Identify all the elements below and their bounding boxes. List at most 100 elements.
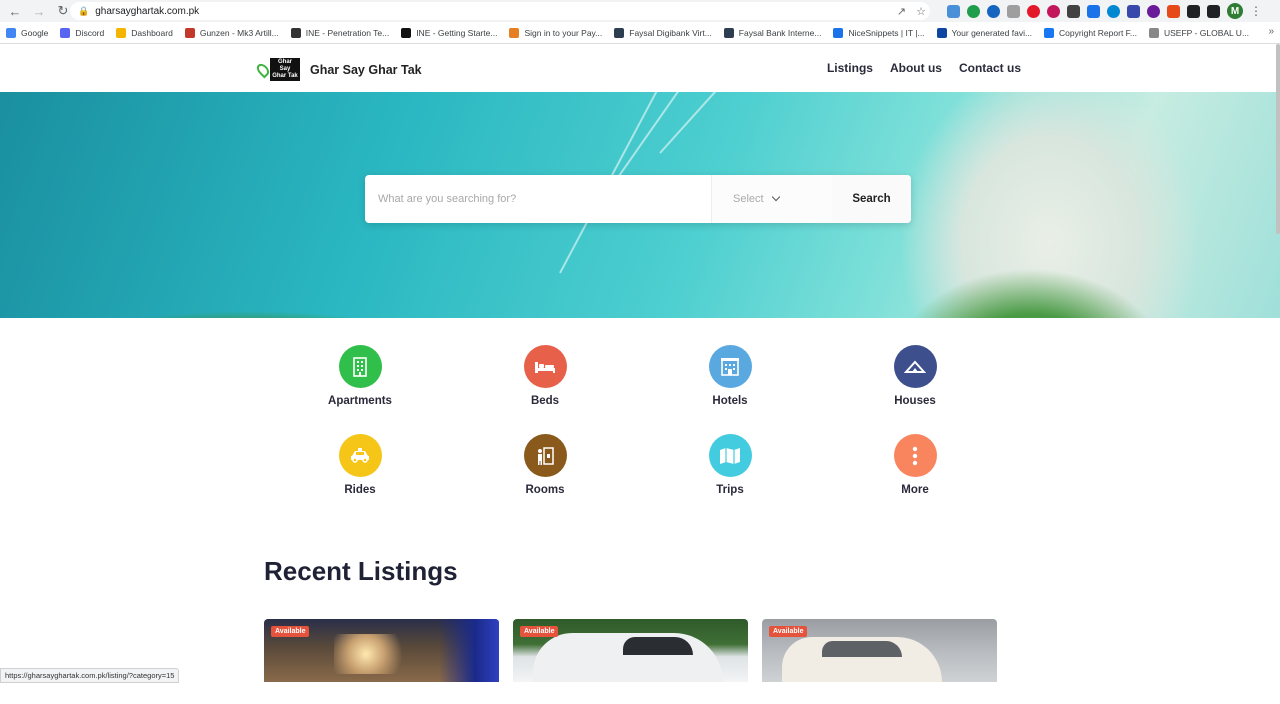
category-houses[interactable]: Houses	[855, 345, 975, 407]
rooms-icon	[523, 434, 567, 477]
extension-icon[interactable]	[1167, 4, 1180, 18]
building-icon	[338, 345, 382, 388]
bookmark-favicon-icon	[936, 27, 947, 38]
sidepanel-icon[interactable]	[1207, 4, 1220, 18]
recent-listings-heading: Recent Listings	[264, 556, 458, 586]
extension-icon[interactable]	[1147, 4, 1160, 18]
menu-dots-icon[interactable]: ⋮	[1250, 4, 1262, 18]
bookmark-label: Copyright Report F...	[1059, 27, 1137, 38]
category-select[interactable]: Select	[712, 175, 832, 223]
car-icon	[338, 434, 382, 477]
bookmark-item[interactable]: Copyright Report F...	[1044, 27, 1137, 38]
category-beds[interactable]: Beds	[485, 345, 605, 407]
profile-avatar[interactable]: M	[1227, 3, 1243, 19]
main-nav: Listings About us Contact us	[827, 61, 1021, 75]
bookmark-item[interactable]: Faysal Digibank Virt...	[614, 27, 712, 38]
category-label: Beds	[530, 395, 560, 407]
extension-icon[interactable]	[1047, 4, 1060, 18]
nav-contact-us[interactable]: Contact us	[959, 61, 1021, 75]
share-icon[interactable]: ↗	[897, 5, 906, 18]
bookmark-favicon-icon	[116, 27, 127, 38]
listing-card[interactable]: Available	[513, 619, 748, 682]
category-hotels[interactable]: Hotels	[670, 345, 790, 407]
bookmarks-bar: Google Discord Dashboard Gunzen - Mk3 Artil…	[0, 22, 1280, 44]
bookmark-favicon-icon	[614, 27, 625, 38]
category-label: Rooms	[525, 484, 565, 496]
forward-arrow-icon[interactable]: →	[30, 2, 48, 20]
bookmark-item[interactable]: NiceSnippets | IT |...	[833, 27, 925, 38]
search-form: Select Search	[365, 175, 911, 223]
bookmark-item[interactable]: Dashboard	[116, 27, 173, 38]
bookmark-item[interactable]: Faysal Bank Interne...	[723, 27, 821, 38]
nav-about-us[interactable]: About us	[890, 61, 942, 75]
back-arrow-icon[interactable]: ←	[6, 2, 24, 20]
extension-icon[interactable]	[1127, 4, 1140, 18]
scrollbar[interactable]	[1276, 44, 1280, 234]
category-label: More	[901, 484, 929, 496]
bookmark-item[interactable]: Sign in to your Pay...	[509, 27, 602, 38]
category-label: Rides	[344, 484, 376, 496]
bookmark-label: Gunzen - Mk3 Artill...	[199, 27, 279, 38]
status-badge: Available	[520, 626, 559, 637]
bookmark-label: USEFP - GLOBAL U...	[1164, 27, 1250, 38]
listing-card[interactable]: Available	[762, 619, 997, 682]
category-trips[interactable]: Trips	[670, 434, 790, 496]
status-badge: Available	[271, 626, 310, 637]
bookmark-item[interactable]: Discord	[60, 27, 105, 38]
bookmark-favicon-icon	[833, 27, 844, 38]
search-input[interactable]	[365, 175, 712, 223]
extension-icon[interactable]	[1007, 4, 1020, 18]
bookmark-label: Dashboard	[131, 27, 173, 38]
logo-text: Ghar Say Ghar Tak	[270, 58, 300, 81]
bookmark-label: Discord	[75, 27, 105, 38]
bookmark-item[interactable]: USEFP - GLOBAL U...	[1149, 27, 1250, 38]
extension-icon[interactable]	[1087, 4, 1100, 18]
category-apartments[interactable]: Apartments	[300, 345, 420, 407]
bookmark-favicon-icon	[401, 27, 412, 38]
site-header: Ghar Say Ghar Tak Ghar Say Ghar Tak List…	[0, 44, 1280, 92]
puzzle-icon[interactable]	[1187, 4, 1200, 18]
site-logo[interactable]: Ghar Say Ghar Tak Ghar Say Ghar Tak	[254, 58, 422, 81]
extensions-bar: M ⋮	[947, 3, 1262, 19]
extension-icon[interactable]	[1107, 4, 1120, 18]
bed-icon	[523, 345, 567, 388]
extension-icon[interactable]	[947, 4, 960, 18]
category-more[interactable]: More	[855, 434, 975, 496]
extension-icon[interactable]	[967, 4, 980, 18]
category-grid: Apartments Beds Hotels Houses Rides Room…	[0, 318, 1280, 528]
brand-name[interactable]: Ghar Say Ghar Tak	[310, 63, 422, 77]
opera-icon[interactable]	[1027, 4, 1040, 18]
bookmark-item[interactable]: Google	[6, 27, 48, 38]
category-label: Hotels	[712, 395, 748, 407]
nav-listings[interactable]: Listings	[827, 61, 873, 75]
hotel-icon	[708, 345, 752, 388]
map-icon	[708, 434, 752, 477]
address-text: gharsayghartak.com.pk	[95, 5, 200, 17]
bookmark-favicon-icon	[723, 27, 734, 38]
bookmark-favicon-icon	[509, 27, 520, 38]
browser-toolbar: ← → ↻ 🔒 gharsayghartak.com.pk ↗ ☆ M ⋮	[0, 0, 1280, 22]
location-pin-icon	[254, 61, 272, 78]
search-button[interactable]: Search	[832, 175, 911, 223]
more-icon	[893, 434, 937, 477]
extension-icon[interactable]	[1067, 4, 1080, 18]
bookmarks-overflow-icon[interactable]: »	[1268, 26, 1274, 37]
category-rooms[interactable]: Rooms	[485, 434, 605, 496]
status-badge: Available	[769, 626, 808, 637]
bookmark-item[interactable]: INE - Getting Starte...	[401, 27, 497, 38]
bookmark-item[interactable]: Gunzen - Mk3 Artill...	[184, 27, 279, 38]
category-label: Houses	[894, 395, 936, 407]
bookmark-star-icon[interactable]: ☆	[916, 5, 926, 18]
address-bar[interactable]: 🔒 gharsayghartak.com.pk	[70, 2, 930, 20]
bookmark-item[interactable]: Your generated favi...	[936, 27, 1032, 38]
extension-icon[interactable]	[987, 4, 1000, 18]
select-label: Select	[733, 193, 764, 205]
category-label: Trips	[716, 484, 744, 496]
bookmark-label: NiceSnippets | IT |...	[848, 27, 925, 38]
chevron-down-icon	[771, 192, 780, 202]
bookmark-item[interactable]: INE - Penetration Te...	[290, 27, 389, 38]
category-rides[interactable]: Rides	[300, 434, 420, 496]
bookmark-favicon-icon	[1044, 27, 1055, 38]
listing-card[interactable]: Available	[264, 619, 499, 682]
bookmark-favicon-icon	[6, 27, 16, 38]
